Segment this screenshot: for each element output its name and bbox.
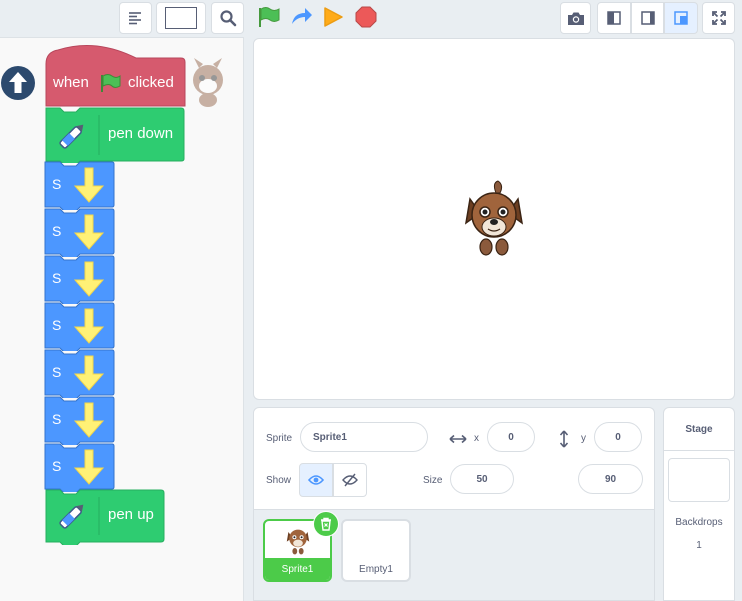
dog-thumbnail-icon	[286, 529, 310, 555]
stage-title: Stage	[685, 424, 713, 435]
stage-divider	[664, 450, 734, 451]
backdrop-thumbnail[interactable]	[668, 458, 730, 502]
custom-block-s[interactable]: S	[44, 302, 116, 351]
pen-down-block[interactable]: pen down	[44, 107, 186, 163]
code-workspace[interactable]: when clicked pen down S S S S S S S pen …	[0, 37, 244, 601]
x-input[interactable]: 0	[487, 422, 535, 452]
delete-sprite-button[interactable]	[313, 511, 339, 537]
custom-block-s[interactable]: S	[44, 208, 116, 257]
green-flag-icon	[101, 74, 121, 92]
green-flag-icon[interactable]	[257, 6, 281, 28]
turbo-arrow-icon[interactable]	[289, 6, 313, 28]
custom-block-s[interactable]: S	[44, 443, 116, 492]
large-stage-icon	[674, 11, 688, 25]
arrow-up-circle-icon[interactable]	[0, 65, 36, 101]
custom-block-s[interactable]: S	[44, 161, 116, 210]
search-button[interactable]	[211, 2, 244, 34]
custom-block-label: S	[52, 270, 62, 286]
trash-icon	[321, 517, 331, 531]
backdrops-count: 1	[696, 540, 702, 551]
sprite-name-input[interactable]: Sprite1	[300, 422, 428, 452]
text-align-icon	[128, 12, 141, 25]
custom-block-label: S	[52, 458, 62, 474]
sprite-tile-label: Empty1	[359, 563, 393, 575]
arrow-down-icon	[73, 308, 105, 344]
pen-up-label: pen up	[108, 506, 154, 523]
normal-stage-button[interactable]	[631, 2, 664, 34]
sprite-info-pane: Sprite Sprite1 x 0 y 0 Show Size 50 90 S…	[253, 407, 655, 601]
dog-sprite-icon[interactable]	[462, 179, 526, 259]
show-visible-button[interactable]	[299, 463, 333, 497]
fullscreen-icon	[711, 11, 726, 25]
size-label: Size	[423, 475, 443, 486]
y-label: y	[581, 433, 586, 444]
zoom-box[interactable]	[156, 2, 206, 34]
custom-block-s[interactable]: S	[44, 349, 116, 398]
pen-icon	[59, 504, 84, 529]
normal-stage-icon	[640, 11, 655, 25]
zoom-rect-icon	[165, 7, 197, 29]
custom-block-label: S	[52, 411, 62, 427]
hat-when-label: when	[53, 74, 89, 91]
custom-block-stack: S S S S S S S	[44, 161, 116, 493]
pen-up-block[interactable]: pen up	[44, 489, 166, 545]
eye-slash-icon	[342, 473, 358, 487]
stage-selector-pane[interactable]: Stage Backdrops 1	[663, 407, 735, 601]
clean-up-button[interactable]	[119, 2, 152, 34]
arrow-down-icon	[73, 167, 105, 203]
sprite-label: Sprite	[266, 433, 293, 444]
y-input[interactable]: 0	[594, 422, 642, 452]
top-toolbar	[0, 0, 742, 36]
when-flag-clicked-block[interactable]: when clicked	[44, 44, 186, 108]
sprite-tile-label: Sprite1	[265, 558, 330, 580]
show-label: Show	[266, 475, 292, 486]
small-stage-icon	[607, 11, 621, 25]
vertical-arrows-icon	[559, 430, 569, 448]
custom-block-s[interactable]: S	[44, 396, 116, 445]
x-label: x	[474, 433, 479, 444]
horizontal-arrows-icon	[449, 434, 467, 444]
small-stage-button[interactable]	[597, 2, 631, 34]
custom-block-s[interactable]: S	[44, 255, 116, 304]
screenshot-button[interactable]	[560, 2, 591, 34]
sprite-thumbnail-ghost-icon	[193, 58, 223, 107]
stage-canvas[interactable]	[253, 38, 735, 400]
pen-down-label: pen down	[108, 125, 174, 142]
custom-block-label: S	[52, 176, 62, 192]
size-input[interactable]: 50	[450, 464, 514, 494]
magnifier-icon	[219, 10, 236, 27]
pen-icon	[59, 124, 84, 149]
arrow-down-icon	[73, 449, 105, 485]
sprite-tile-empty1[interactable]: Empty1	[341, 519, 411, 582]
arrow-down-icon	[73, 355, 105, 391]
backdrops-label: Backdrops	[675, 517, 723, 528]
large-stage-button[interactable]	[664, 2, 698, 34]
fullscreen-button[interactable]	[702, 2, 735, 34]
direction-input[interactable]: 90	[578, 464, 643, 494]
sprite-list: Sprite1 Empty1	[254, 509, 654, 600]
stop-octagon-icon[interactable]	[354, 5, 378, 29]
camera-icon	[567, 12, 584, 25]
arrow-down-icon	[73, 402, 105, 438]
hat-clicked-label: clicked	[128, 74, 174, 91]
arrow-down-icon	[73, 261, 105, 297]
custom-block-label: S	[52, 223, 62, 239]
arrow-down-icon	[73, 214, 105, 250]
show-hidden-button[interactable]	[333, 463, 367, 497]
custom-block-label: S	[52, 317, 62, 333]
eye-icon	[308, 475, 324, 485]
orange-triangle-icon[interactable]	[322, 5, 344, 29]
custom-block-label: S	[52, 364, 62, 380]
